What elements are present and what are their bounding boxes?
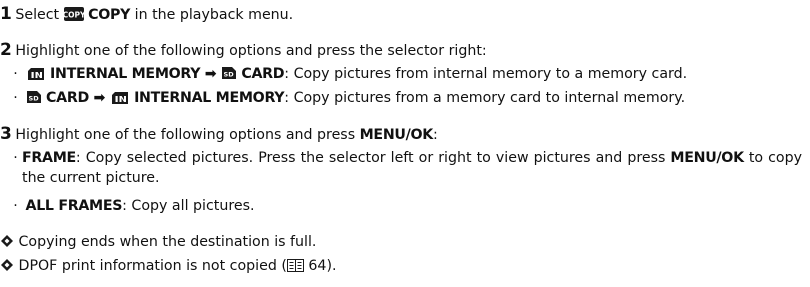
step-3-option-2: · ALL FRAMES: Copy all pictures. [10, 196, 254, 216]
note-2: DPOF print information is not copied ( 6… [0, 256, 337, 278]
bullet: · [13, 198, 18, 214]
option-from: INTERNAL MEMORY [50, 66, 201, 82]
instruction-page: 1 Select COPY COPY in the playback menu. … [0, 0, 810, 287]
menu-ok-button-label: MENU/OK [359, 127, 434, 143]
option-from: CARD [46, 90, 89, 106]
svg-text:COPY: COPY [64, 11, 84, 20]
step-2-option-1: · INTERNAL MEMORY ➡ SD CARD: Copy pictur… [10, 64, 687, 86]
note-text: DPOF print information is not copied ( [18, 258, 287, 274]
step-3: 3 Highlight one of the following options … [0, 124, 438, 145]
internal-memory-icon [110, 90, 130, 110]
sd-card-icon: SD [26, 90, 42, 110]
note-diamond-icon [0, 258, 14, 278]
step-number: 3 [0, 124, 12, 144]
bullet: · [13, 66, 18, 82]
option-description: : Copy pictures from a memory card to in… [284, 90, 686, 106]
step-intro: Highlight one of the following options a… [15, 43, 487, 59]
option-label: ALL FRAMES [25, 198, 123, 214]
note-diamond-icon [0, 234, 14, 254]
step-intro: Highlight one of the following options a… [15, 127, 356, 143]
svg-text:SD: SD [28, 94, 39, 102]
note-1: Copying ends when the destination is ful… [0, 232, 316, 254]
step-text-post: in the playback menu. [134, 7, 294, 23]
option-description: : Copy pictures from internal memory to … [284, 66, 688, 82]
option-description: : Copy selected pictures. Press the sele… [75, 150, 666, 166]
step-3-option-1: FRAME: Copy selected pictures. Press the… [22, 148, 802, 188]
option-description: : Copy all pictures. [122, 198, 255, 214]
option-to: INTERNAL MEMORY [134, 90, 285, 106]
arrow-icon: ➡ [93, 90, 106, 106]
step-intro-colon: : [432, 127, 438, 143]
step-1: 1 Select COPY COPY in the playback menu. [0, 4, 293, 27]
step-2: 2 Highlight one of the following options … [0, 40, 487, 61]
step-text-pre: Select [15, 7, 60, 23]
step-number: 1 [0, 4, 12, 24]
option-label: FRAME [22, 150, 76, 166]
option-to: CARD [241, 66, 285, 82]
internal-memory-icon [26, 66, 46, 86]
menu-ok-button-label: MENU/OK [670, 150, 744, 166]
note-text-close: ). [326, 258, 337, 274]
step-3-option-1-bullet: · [10, 148, 21, 168]
bullet: · [13, 150, 18, 166]
copy-icon: COPY [62, 7, 86, 27]
step-2-option-2: · SD CARD ➡ INTERNAL MEMORY: Copy pictur… [10, 88, 685, 110]
svg-text:SD: SD [223, 70, 234, 78]
arrow-icon: ➡ [204, 66, 217, 82]
book-reference-icon [286, 258, 304, 278]
step-number: 2 [0, 40, 12, 60]
sd-card-icon: SD [221, 66, 237, 86]
menu-item-label: COPY [88, 7, 131, 23]
bullet: · [13, 90, 18, 106]
note-text: Copying ends when the destination is ful… [18, 234, 317, 250]
page-reference[interactable]: 64 [308, 258, 326, 274]
